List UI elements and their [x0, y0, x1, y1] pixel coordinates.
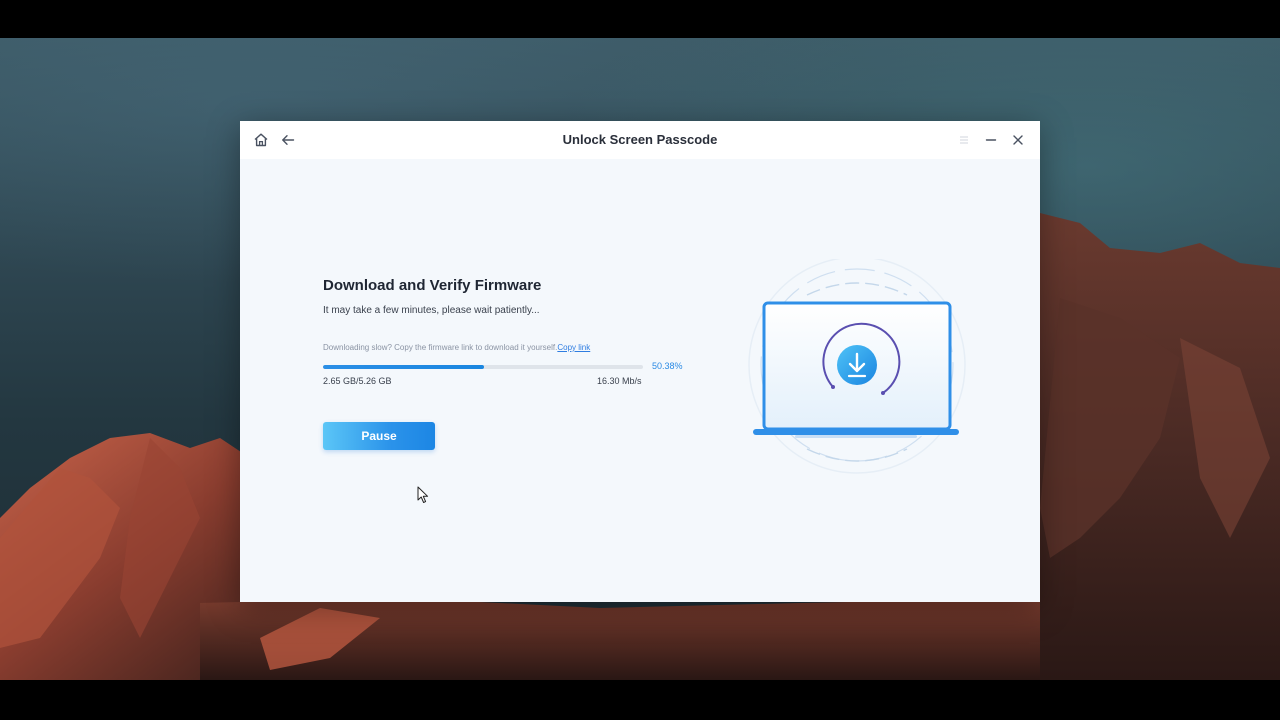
- home-button[interactable]: [251, 130, 271, 150]
- screen: Unlock Screen Passcode Download and Veri…: [0, 0, 1280, 720]
- app-window: Unlock Screen Passcode Download and Veri…: [240, 121, 1040, 602]
- copy-link[interactable]: Copy link: [557, 343, 590, 352]
- download-progress-fill: [323, 365, 485, 369]
- downloaded-size: 2.65 GB/5.26 GB: [323, 376, 392, 386]
- download-slow-text: Downloading slow? Copy the firmware link…: [323, 343, 558, 352]
- home-icon: [254, 133, 268, 147]
- page-subtitle: It may take a few minutes, please wait p…: [323, 305, 540, 316]
- laptop-download-icon: [748, 259, 966, 474]
- back-button[interactable]: [278, 130, 298, 150]
- mouse-cursor-icon: [417, 486, 429, 503]
- window-title: Unlock Screen Passcode: [562, 132, 718, 147]
- minimize-button[interactable]: [981, 130, 1001, 150]
- pause-button[interactable]: Pause: [323, 422, 435, 450]
- progress-percent: 50.38%: [652, 361, 683, 371]
- menu-button[interactable]: [954, 130, 974, 150]
- close-button[interactable]: [1008, 130, 1028, 150]
- minimize-icon: [985, 139, 997, 141]
- menu-icon: [960, 136, 968, 144]
- arrow-left-icon: [282, 135, 295, 145]
- download-progress-bar: [323, 365, 643, 369]
- page-title: Download and Verify Firmware: [323, 277, 542, 294]
- download-slow-hint: Downloading slow? Copy the firmware link…: [323, 343, 590, 352]
- download-speed: 16.30 Mb/s: [597, 376, 642, 386]
- close-icon: [1013, 135, 1023, 145]
- title-bar: Unlock Screen Passcode: [240, 121, 1040, 159]
